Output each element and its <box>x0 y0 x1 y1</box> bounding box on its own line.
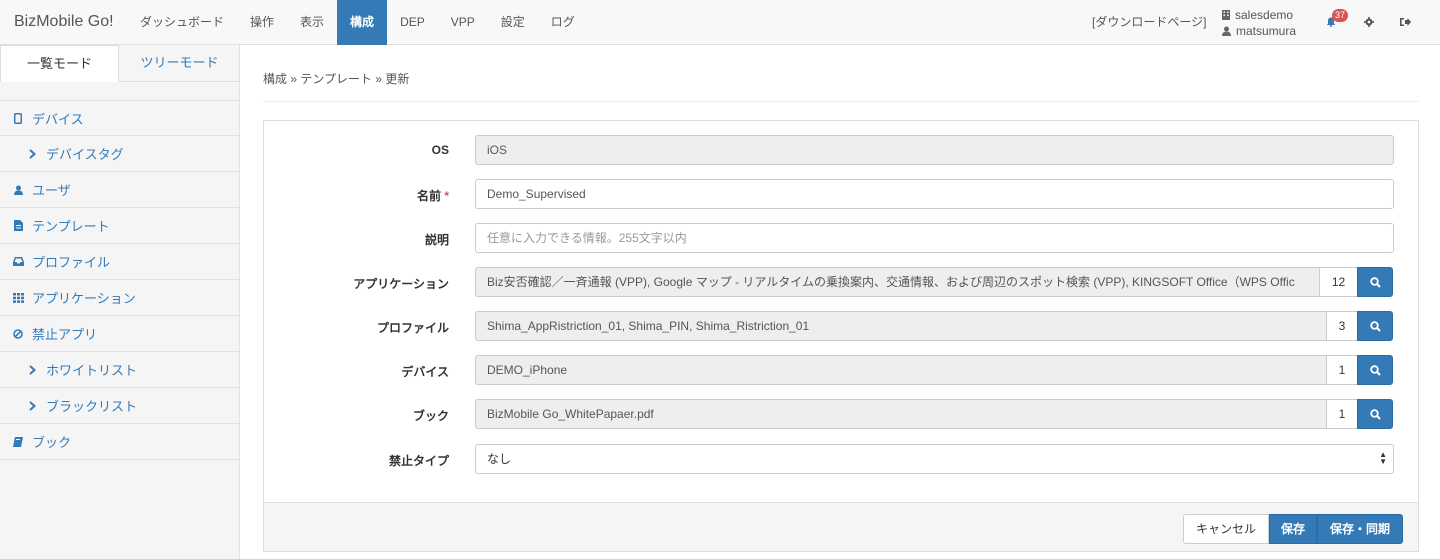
book-icon <box>12 436 24 447</box>
sidebar-tabs: 一覧モード ツリーモード <box>0 45 240 82</box>
user-name: matsumura <box>1236 24 1297 38</box>
devices-search-button[interactable] <box>1357 355 1393 385</box>
logout-icon[interactable] <box>1400 17 1411 27</box>
profiles-search-button[interactable] <box>1357 311 1393 341</box>
tab-tree-mode[interactable]: ツリーモード <box>119 45 240 82</box>
nav-dashboard[interactable]: ダッシュボード <box>127 0 237 45</box>
search-icon <box>1369 408 1381 420</box>
brand-logo[interactable]: BizMobile Go! <box>14 13 114 31</box>
tab-list-mode[interactable]: 一覧モード <box>0 45 119 82</box>
sidebar-item-label: ブック <box>32 435 72 450</box>
ban-type-label: 禁止タイプ <box>388 454 449 468</box>
ban-icon <box>12 328 24 339</box>
nav-dep[interactable]: DEP <box>387 0 438 45</box>
books-count: 1 <box>1327 399 1358 429</box>
sidebar-item-label: ホワイトリスト <box>46 363 138 378</box>
top-navbar: BizMobile Go! ダッシュボード 操作 表示 構成 DEP VPP 設… <box>0 0 1440 45</box>
grid-icon <box>12 292 24 303</box>
user-icon <box>12 185 24 195</box>
cancel-button[interactable]: キャンセル <box>1183 514 1269 544</box>
building-icon <box>1222 10 1230 20</box>
profiles-count: 3 <box>1327 311 1358 341</box>
search-icon <box>1369 276 1381 288</box>
gear-icon[interactable] <box>1364 17 1374 27</box>
form-footer: キャンセル 保存 保存・同期 <box>264 502 1418 551</box>
nav-settings[interactable]: 設定 <box>488 0 538 45</box>
sidebar-item-banned-apps[interactable]: 禁止アプリ <box>0 316 240 352</box>
nav-vpp[interactable]: VPP <box>438 0 488 45</box>
sidebar-item-applications[interactable]: アプリケーション <box>0 280 240 316</box>
os-field: iOS <box>475 135 1394 165</box>
search-icon <box>1369 320 1381 332</box>
books-field: BizMobile Go_WhitePapaer.pdf <box>475 399 1327 429</box>
inbox-icon <box>12 257 24 266</box>
description-label: 説明 <box>424 233 449 247</box>
ban-type-select[interactable]: なし ▲ ▼ <box>475 444 1394 474</box>
applications-search-button[interactable] <box>1357 267 1393 297</box>
chevron-right-icon <box>26 364 38 375</box>
nav-log[interactable]: ログ <box>538 0 588 45</box>
sidebar-item-label: ユーザ <box>32 183 71 198</box>
sidebar-item-label: 禁止アプリ <box>32 327 98 342</box>
devices-label: デバイス <box>401 365 449 379</box>
sidebar-item-label: ブラックリスト <box>46 399 138 414</box>
breadcrumb: 構成 » テンプレート » 更新 <box>263 72 410 86</box>
sidebar-item-templates[interactable]: テンプレート <box>0 208 240 244</box>
select-arrows-icon: ▲ ▼ <box>1379 450 1387 466</box>
books-search-button[interactable] <box>1357 399 1393 429</box>
sidebar-item-label: デバイスタグ <box>46 147 124 162</box>
download-page-link[interactable]: [ダウンロードページ] <box>1092 13 1206 30</box>
chevron-right-icon <box>26 400 38 411</box>
name-input[interactable]: Demo_Supervised <box>475 179 1394 209</box>
sidebar: 一覧モード ツリーモード デバイス デバイスタグ ユーザ テンプレート プロファ… <box>0 45 240 559</box>
os-label: OS <box>431 143 449 157</box>
main-nav: ダッシュボード 操作 表示 構成 DEP VPP 設定 ログ <box>127 0 588 45</box>
ban-type-value: なし <box>487 452 512 466</box>
template-form-panel: OS iOS 名前 * Demo_Supervised 説明 任意に入力できる情… <box>263 120 1419 552</box>
sidebar-item-label: デバイス <box>32 111 84 127</box>
profiles-field: Shima_AppRistriction_01, Shima_PIN, Shim… <box>475 311 1327 341</box>
user-icon <box>1222 26 1231 36</box>
sidebar-item-label: テンプレート <box>32 219 110 234</box>
file-icon <box>12 220 24 231</box>
devices-count: 1 <box>1327 355 1358 385</box>
sidebar-item-whitelist[interactable]: ホワイトリスト <box>0 352 240 388</box>
sidebar-item-blacklist[interactable]: ブラックリスト <box>0 388 240 424</box>
sidebar-item-books[interactable]: ブック <box>0 424 240 460</box>
sidebar-item-devices[interactable]: デバイス <box>0 100 240 136</box>
profiles-label: プロファイル <box>376 321 449 335</box>
nav-view[interactable]: 表示 <box>287 0 337 45</box>
sidebar-item-users[interactable]: ユーザ <box>0 172 240 208</box>
applications-field: Biz安否確認／一斉通報 (VPP), Google マップ - リアルタイムの… <box>475 267 1320 297</box>
devices-field: DEMO_iPhone <box>475 355 1327 385</box>
name-label-text: 名前 <box>416 189 441 203</box>
sidebar-menu: デバイス デバイスタグ ユーザ テンプレート プロファイル アプリケーション 禁… <box>0 100 240 460</box>
sidebar-item-label: アプリケーション <box>32 291 136 306</box>
divider <box>263 101 1419 102</box>
name-label: 名前 * <box>264 187 449 204</box>
sidebar-item-device-tags[interactable]: デバイスタグ <box>0 136 240 172</box>
description-input[interactable]: 任意に入力できる情報。255文字以内 <box>475 223 1394 253</box>
save-sync-button[interactable]: 保存・同期 <box>1317 514 1403 544</box>
mobile-icon <box>12 112 24 124</box>
user-info[interactable]: salesdemo matsumura <box>1222 7 1296 39</box>
chevron-right-icon <box>26 148 38 159</box>
org-name: salesdemo <box>1235 8 1294 22</box>
nav-operation[interactable]: 操作 <box>237 0 287 45</box>
save-button[interactable]: 保存 <box>1269 514 1317 544</box>
required-mark: * <box>444 189 449 203</box>
applications-label: アプリケーション <box>353 277 449 291</box>
books-label: ブック <box>412 409 449 423</box>
sidebar-item-profiles[interactable]: プロファイル <box>0 244 240 280</box>
nav-configuration[interactable]: 構成 <box>337 0 388 45</box>
notification-badge: 37 <box>1332 9 1349 22</box>
applications-count: 12 <box>1320 267 1358 297</box>
sidebar-item-label: プロファイル <box>32 255 111 270</box>
search-icon <box>1369 364 1381 376</box>
